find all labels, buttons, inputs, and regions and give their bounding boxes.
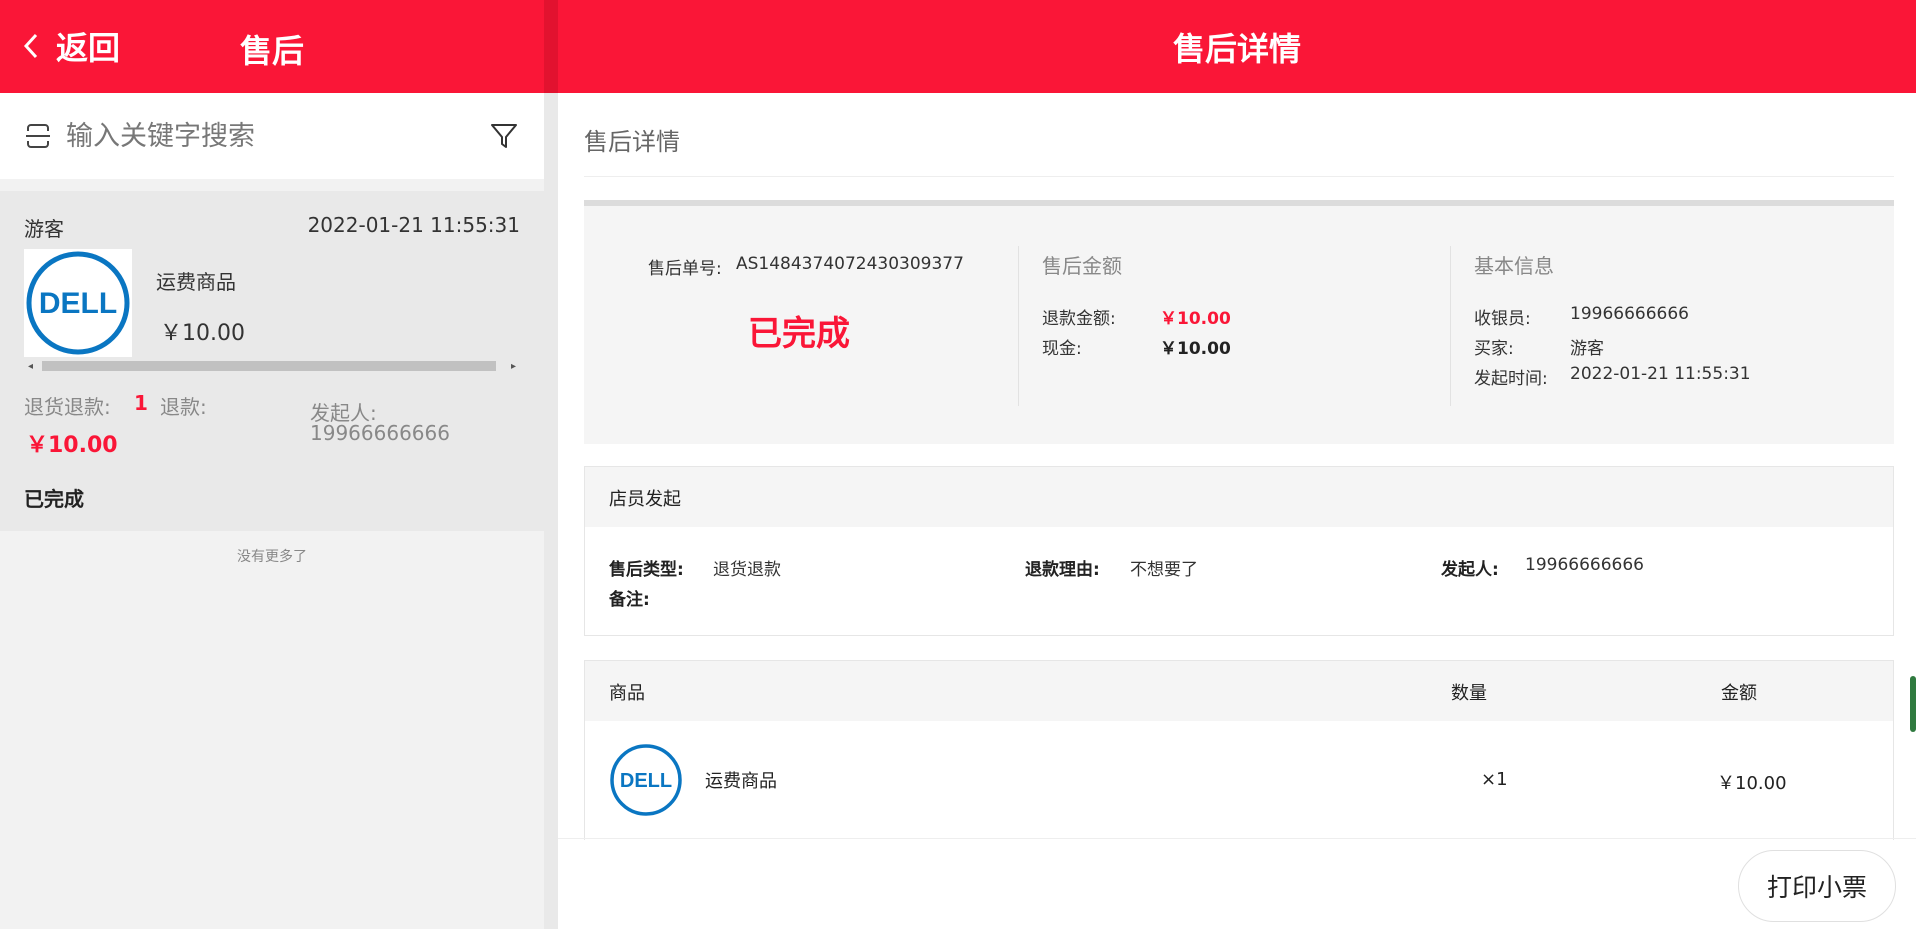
left-page-title: 售后 <box>240 32 305 70</box>
order-product-name: 运费商品 <box>156 270 236 294</box>
summary-column-divider <box>1450 246 1451 406</box>
horizontal-scrollbar[interactable]: ◂ ▸ <box>24 359 520 373</box>
filter-icon[interactable] <box>490 122 518 150</box>
order-number-value: AS1484374072430309377 <box>736 254 964 274</box>
no-more-text: 没有更多了 <box>237 549 307 565</box>
right-header: 售后详情 <box>558 0 1916 93</box>
detail-page-title: 售后详情 <box>1172 30 1301 68</box>
column-header-quantity: 数量 <box>1451 683 1487 704</box>
product-thumbnail: DELL <box>24 249 132 357</box>
order-product-price: ￥10.00 <box>160 321 245 346</box>
after-sales-order-card[interactable]: 游客 2022-01-21 11:55:31 DELL 运费商品 ￥10.00 … <box>0 191 544 531</box>
after-sales-type-value: 退货退款 <box>713 560 781 580</box>
amount-section-title: 售后金额 <box>1042 254 1122 278</box>
initiated-time-value: 2022-01-21 11:55:31 <box>1570 364 1751 384</box>
dell-logo-text: DELL <box>39 287 117 320</box>
order-refund-amount: ￥10.00 <box>26 433 118 458</box>
cash-value: ￥10.00 <box>1160 339 1231 359</box>
dell-logo-text: DELL <box>620 770 672 792</box>
initiated-time-label: 发起时间: <box>1474 369 1548 389</box>
product-quantity: ×1 <box>1481 769 1508 790</box>
detail-section-title: 售后详情 <box>584 128 680 156</box>
product-amount: ￥10.00 <box>1717 773 1787 794</box>
bottom-bar-divider <box>558 838 1916 839</box>
order-customer: 游客 <box>24 217 64 241</box>
basic-info-title: 基本信息 <box>1474 254 1554 278</box>
refund-reason-value: 不想要了 <box>1130 560 1198 580</box>
column-header-product: 商品 <box>609 683 645 704</box>
staff-initiated-card: 店员发起 售后类型: 退货退款 退款理由: 不想要了 发起人: 19966666… <box>584 466 1894 636</box>
dell-logo-icon: DELL <box>610 744 682 816</box>
order-type-label: 退货退款: <box>24 395 111 419</box>
search-input[interactable] <box>66 116 466 156</box>
section-divider <box>584 176 1894 177</box>
order-status: 已完成 <box>24 487 84 511</box>
scroll-left-arrow-icon[interactable]: ◂ <box>28 361 33 372</box>
cashier-value: 19966666666 <box>1570 304 1689 324</box>
note-label: 备注: <box>609 590 650 610</box>
initiator-value: 19966666666 <box>1525 555 1644 575</box>
column-header-amount: 金额 <box>1721 683 1757 704</box>
product-thumbnail: DELL <box>609 743 683 817</box>
refund-amount-label: 退款金额: <box>1042 309 1116 329</box>
after-sales-detail-panel: 售后详情 售后详情 售后单号: AS1484374072430309377 已完… <box>558 0 1916 929</box>
page-scrollbar[interactable] <box>1910 676 1916 732</box>
staff-card-title: 店员发起 <box>609 489 681 510</box>
back-button[interactable]: 返回 <box>20 26 121 67</box>
summary-card: 售后单号: AS1484374072430309377 已完成 售后金额 退款金… <box>584 200 1894 444</box>
scrollbar-thumb[interactable] <box>42 361 496 371</box>
cashier-label: 收银员: <box>1474 309 1531 329</box>
after-sales-type-label: 售后类型: <box>609 560 684 580</box>
panel-divider-header <box>544 0 558 93</box>
order-initiator-value: 19966666666 <box>310 421 450 445</box>
status-badge: 已完成 <box>748 314 850 354</box>
buyer-label: 买家: <box>1474 339 1514 359</box>
summary-column-divider <box>1018 246 1019 406</box>
order-refund-label: 退款: <box>160 395 207 419</box>
app-root: 返回 售后 游客 2022-01-21 11:55:31 DELL 运费商品 ￥ <box>0 0 1916 929</box>
buyer-value: 游客 <box>1570 339 1604 359</box>
refund-reason-label: 退款理由: <box>1025 560 1100 580</box>
initiator-label: 发起人: <box>1441 560 1499 580</box>
back-label: 返回 <box>56 29 121 67</box>
dell-logo-icon: DELL <box>26 251 130 355</box>
goods-table-header: 商品 数量 金额 <box>585 661 1893 721</box>
scroll-right-arrow-icon[interactable]: ▸ <box>511 361 516 372</box>
after-sales-list-panel: 返回 售后 游客 2022-01-21 11:55:31 DELL 运费商品 ￥ <box>0 0 544 929</box>
product-name: 运费商品 <box>705 771 777 792</box>
order-number-label: 售后单号: <box>648 259 722 279</box>
chevron-left-icon <box>23 33 38 59</box>
left-header: 返回 售后 <box>0 0 544 93</box>
order-quantity: 1 <box>134 391 148 415</box>
goods-table: 商品 数量 金额 DELL 运费商品 ×1 ￥10.00 <box>584 660 1894 840</box>
scan-icon[interactable] <box>24 122 52 150</box>
refund-amount-value: ￥10.00 <box>1160 309 1231 329</box>
order-time: 2022-01-21 11:55:31 <box>307 213 520 237</box>
print-receipt-button[interactable]: 打印小票 <box>1738 850 1896 922</box>
cash-label: 现金: <box>1042 339 1082 359</box>
panel-divider <box>544 0 558 929</box>
staff-card-header: 店员发起 <box>585 467 1893 527</box>
